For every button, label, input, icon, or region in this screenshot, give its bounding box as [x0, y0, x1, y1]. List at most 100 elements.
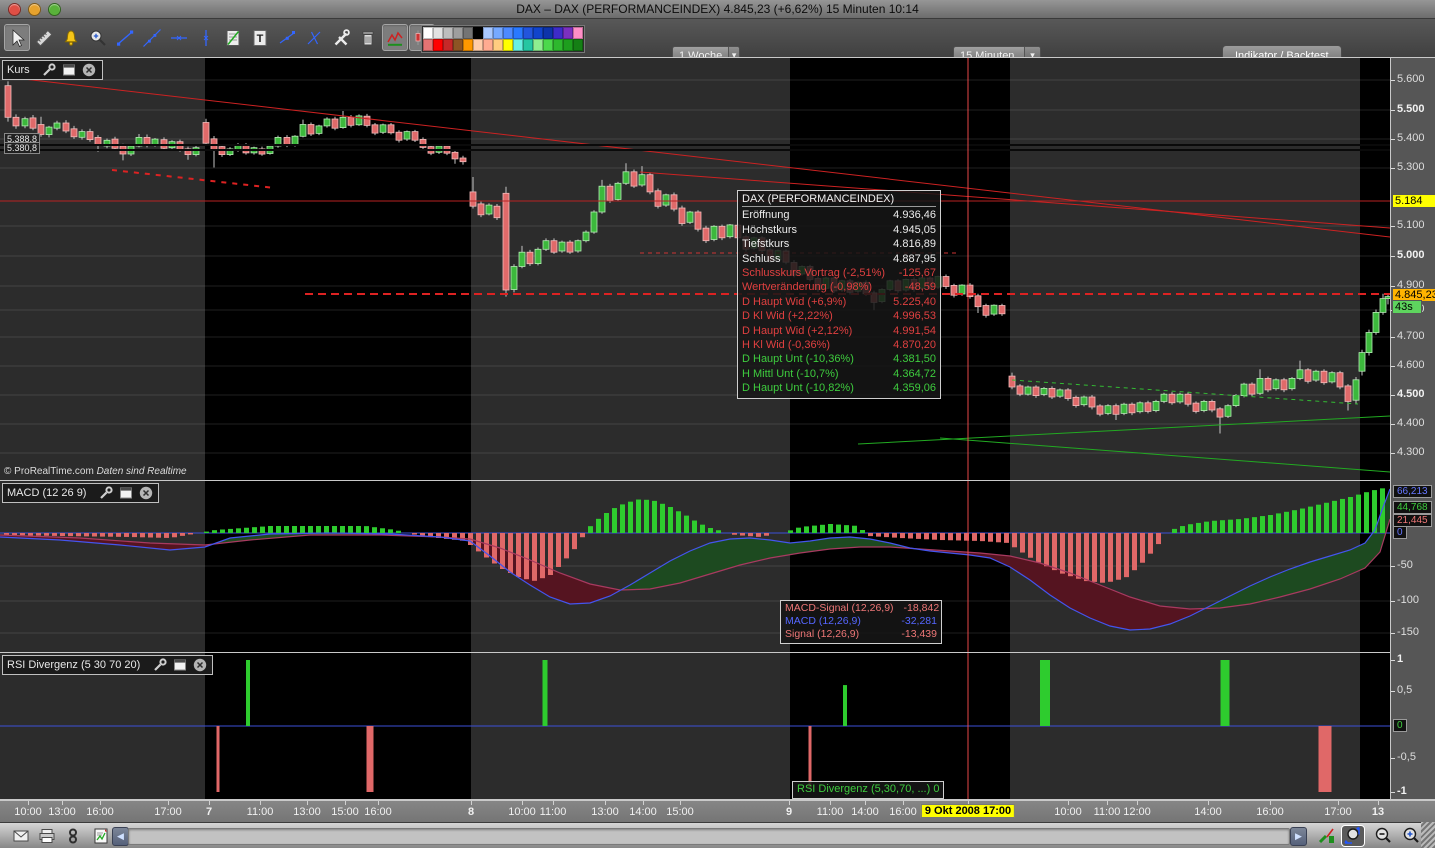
palette-color[interactable]: [533, 27, 543, 39]
palette-color[interactable]: [483, 27, 493, 39]
palette-color[interactable]: [543, 27, 553, 39]
window-icon[interactable]: [117, 486, 134, 501]
horizontal-line-tool[interactable]: [166, 24, 192, 51]
zoom-drag-icon[interactable]: [1342, 826, 1364, 846]
palette-color[interactable]: [433, 39, 443, 51]
link-icon[interactable]: [62, 826, 84, 846]
palette-color[interactable]: [513, 39, 523, 51]
trendline-tool[interactable]: [112, 24, 138, 51]
macd-cloud: [1170, 607, 1175, 624]
macd-histogram-bar: [748, 533, 753, 537]
candle: [1264, 377, 1272, 391]
settings-tool[interactable]: [328, 24, 354, 51]
text-tool[interactable]: T: [247, 24, 273, 51]
palette-color[interactable]: [503, 39, 513, 51]
segment-tool[interactable]: [274, 24, 300, 51]
close-icon[interactable]: [191, 658, 208, 673]
candle: [29, 117, 37, 129]
palette-color[interactable]: [453, 39, 463, 51]
extended-line-tool[interactable]: [139, 24, 165, 51]
level-price-label: 5.380,8: [4, 142, 41, 154]
zoom-in-icon[interactable]: [1400, 826, 1422, 846]
palette-color[interactable]: [453, 27, 463, 39]
candle: [694, 211, 702, 230]
palette-color[interactable]: [463, 27, 473, 39]
macd-chart[interactable]: [0, 481, 1390, 652]
tooltip-row: D Haupt Unt (-10,36%) 4.381,50: [742, 353, 936, 366]
zoom-tool[interactable]: [85, 24, 111, 51]
macd-cloud: [785, 542, 790, 556]
palette-color[interactable]: [563, 27, 573, 39]
fibonacci-tool[interactable]: [220, 24, 246, 51]
axis-tick: [1391, 395, 1395, 396]
alert-bell-tool[interactable]: [58, 24, 84, 51]
close-icon[interactable]: [137, 486, 154, 501]
vertical-line-tool[interactable]: [193, 24, 219, 51]
palette-color[interactable]: [563, 39, 573, 51]
wrench-icon[interactable]: [41, 63, 58, 78]
window-icon[interactable]: [171, 658, 188, 673]
scroll-left-button[interactable]: ◀: [112, 827, 129, 846]
axis-tick: [1391, 633, 1395, 634]
candle: [1168, 393, 1176, 404]
palette-color[interactable]: [503, 27, 513, 39]
macd-histogram-bar: [1260, 516, 1265, 533]
ruler-tool[interactable]: [31, 24, 57, 51]
wrench-icon[interactable]: [151, 658, 168, 673]
time-tick: [1137, 801, 1138, 805]
report-icon[interactable]: [90, 826, 112, 846]
resize-grip[interactable]: [1421, 822, 1435, 848]
svg-text:T: T: [257, 33, 264, 45]
cross-line-tool[interactable]: [301, 24, 327, 51]
macd-histogram-bar: [932, 533, 937, 540]
palette-color[interactable]: [573, 27, 583, 39]
candle: [1352, 379, 1360, 401]
palette-color[interactable]: [513, 27, 523, 39]
horizontal-scrollbar[interactable]: [128, 828, 1290, 845]
palette-color[interactable]: [553, 27, 563, 39]
pointer-tool[interactable]: [4, 24, 30, 51]
palette-color[interactable]: [423, 39, 433, 51]
palette-color[interactable]: [483, 39, 493, 51]
macd-histogram-bar: [1252, 517, 1257, 533]
palette-color[interactable]: [433, 27, 443, 39]
candle: [678, 207, 686, 224]
scroll-right-button[interactable]: ▶: [1290, 827, 1307, 846]
window-icon[interactable]: [61, 63, 78, 78]
palette-color[interactable]: [533, 39, 543, 51]
rsi-divergence-bar: [366, 726, 374, 792]
palette-color[interactable]: [473, 27, 483, 39]
mail-icon[interactable]: [10, 826, 32, 846]
print-icon[interactable]: [36, 826, 58, 846]
palette-color[interactable]: [423, 27, 433, 39]
candle: [21, 118, 29, 127]
palette-color[interactable]: [523, 39, 533, 51]
time-tick: [1208, 801, 1209, 805]
candle: [1128, 403, 1136, 414]
palette-color[interactable]: [473, 39, 483, 51]
palette-color[interactable]: [443, 39, 453, 51]
tooltip-row: MACD (12,26,9) -32,281: [785, 615, 937, 627]
palette-color[interactable]: [553, 39, 563, 51]
line-chart-style[interactable]: [382, 24, 408, 51]
axis-tick: [1391, 424, 1395, 425]
candle: [1192, 402, 1200, 412]
macd-histogram-bar: [132, 533, 137, 538]
macd-cloud: [1320, 557, 1325, 586]
macd-histogram-bar: [324, 526, 329, 533]
wrench-icon[interactable]: [97, 486, 114, 501]
palette-color[interactable]: [443, 27, 453, 39]
palette-color[interactable]: [463, 39, 473, 51]
palette-color[interactable]: [573, 39, 583, 51]
zoom-out-icon[interactable]: [1372, 826, 1394, 846]
palette-color[interactable]: [493, 27, 503, 39]
palette-color[interactable]: [523, 27, 533, 39]
delete-tool[interactable]: [355, 24, 381, 51]
price-chart[interactable]: [0, 58, 1390, 480]
wrench-chart-icon[interactable]: [1316, 826, 1338, 846]
palette-color[interactable]: [543, 39, 553, 51]
candle: [1248, 383, 1256, 395]
macd-histogram-bar: [956, 533, 961, 541]
close-icon[interactable]: [81, 63, 98, 78]
palette-color[interactable]: [493, 39, 503, 51]
